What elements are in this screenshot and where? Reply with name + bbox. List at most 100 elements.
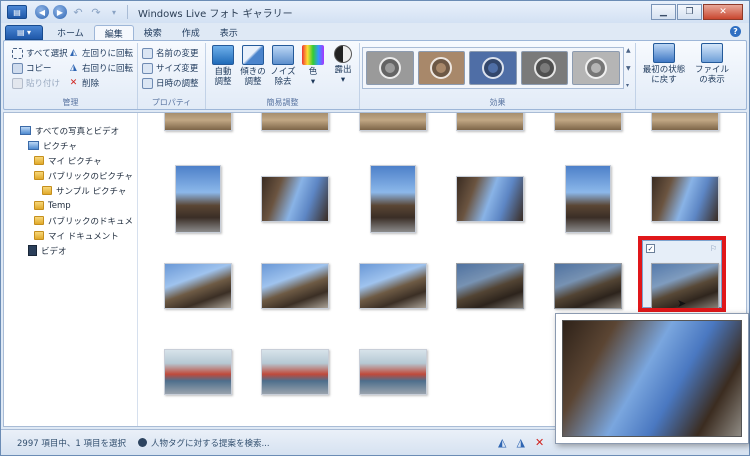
forward-icon[interactable]: ▶ (53, 5, 67, 19)
item-count: 2997 項目中、1 項目を選択 (17, 438, 126, 449)
tab-create[interactable]: 作成 (172, 25, 210, 40)
exposure-button[interactable]: 露出 ▾ (328, 45, 358, 85)
straighten-button[interactable]: 傾きの 調整 (238, 45, 268, 87)
tab-view[interactable]: 表示 (210, 25, 248, 40)
people-tag-suggestion[interactable]: 人物タグに対する提案を検索... (137, 437, 270, 449)
auto-adjust-button[interactable]: 自動 調整 (208, 45, 238, 87)
photo-thumbnail[interactable] (554, 113, 622, 131)
effect-cyan[interactable] (469, 51, 517, 85)
help-icon[interactable]: ? (730, 26, 741, 37)
minimize-button[interactable]: ▁ (651, 4, 676, 20)
photo-thumbnail[interactable] (175, 165, 221, 233)
photo-thumbnail[interactable] (456, 263, 524, 309)
group-effects-label: 効果 (489, 98, 506, 107)
scroll-down-icon[interactable]: ▼ (626, 65, 634, 72)
resize-button[interactable]: サイズ変更 (142, 61, 198, 75)
quick-access-toolbar: ▤ ◀ ▶ ↶ ↷ ▾ (1, 5, 130, 19)
tab-search[interactable]: 検索 (134, 25, 172, 40)
undo-icon[interactable]: ↶ (71, 5, 85, 19)
color-palette-icon (302, 45, 324, 65)
photo-thumbnail[interactable] (370, 165, 416, 233)
rotate-right-icon[interactable]: ◮ (516, 436, 524, 449)
copy-button[interactable]: コピー (12, 61, 52, 75)
scroll-up-icon[interactable]: ▲ (626, 47, 634, 54)
date-adjust-button[interactable]: 日時の調整 (142, 76, 199, 90)
photo-thumbnail[interactable] (359, 113, 427, 131)
rotate-left-button[interactable]: ◭ 左回りに回転 (68, 46, 133, 60)
gallery-expand-icon[interactable]: ▾ (626, 82, 634, 89)
color-button[interactable]: 色 ▾ (298, 45, 328, 87)
photo-thumbnail[interactable] (456, 176, 524, 222)
mouse-cursor-icon: ➤ (677, 297, 687, 310)
file-menu-button[interactable]: ▤ ▾ (5, 25, 43, 40)
delete-icon: ✕ (69, 78, 78, 88)
window-controls: ▁ ❐ ✕ (651, 4, 743, 20)
rename-icon (142, 47, 153, 59)
nav-item-pictures[interactable]: ピクチャ (4, 138, 137, 153)
delete-icon[interactable]: ✕ (535, 436, 544, 449)
paste-icon (12, 77, 23, 89)
dropdown-arrow-icon: ▾ (310, 77, 316, 87)
group-quick-fix-label: 簡易調整 (266, 98, 299, 107)
library-icon (20, 126, 31, 135)
photo-thumbnail[interactable] (261, 263, 329, 309)
nav-item-public-documents[interactable]: パブリックのドキュメ (4, 213, 137, 228)
hover-preview (555, 313, 749, 444)
ribbon: すべて選択 コピー 貼り付け ◭ 左回りに回転 ◮ 右回りに回転 ✕ 削除 管理… (3, 40, 747, 110)
back-icon[interactable]: ◀ (35, 5, 49, 19)
effect-sepia[interactable] (417, 51, 466, 85)
nav-item-my-documents[interactable]: マイ ドキュメント (4, 228, 137, 243)
revert-icon (653, 43, 675, 63)
select-all-button[interactable]: すべて選択 (12, 46, 68, 60)
nav-item-all[interactable]: すべての写真とビデオ (4, 123, 137, 138)
photo-thumbnail[interactable] (359, 349, 427, 395)
photo-thumbnail[interactable] (261, 113, 329, 131)
group-properties: 名前の変更 サイズ変更 日時の調整 プロパティ (138, 43, 206, 109)
photo-thumbnail[interactable] (554, 263, 622, 309)
nav-item-temp[interactable]: Temp (4, 198, 137, 213)
tab-edit[interactable]: 編集 (93, 25, 134, 40)
rotate-right-button[interactable]: ◮ 右回りに回転 (68, 61, 133, 75)
close-button[interactable]: ✕ (703, 4, 743, 20)
redo-icon[interactable]: ↷ (89, 5, 103, 19)
nav-item-videos[interactable]: ビデオ (4, 243, 137, 258)
nav-item-public-pictures[interactable]: パブリックのピクチャ (4, 168, 137, 183)
noise-reduction-button[interactable]: ノイズ 除去 (268, 45, 298, 87)
photo-thumbnail[interactable] (164, 113, 232, 131)
effects-gallery (362, 47, 624, 89)
paste-button[interactable]: 貼り付け (12, 76, 60, 90)
photo-thumbnail[interactable] (164, 263, 232, 309)
folder-icon (34, 231, 44, 240)
photo-thumbnail[interactable] (456, 113, 524, 131)
maximize-button[interactable]: ❐ (677, 4, 702, 20)
group-quick-fix: 自動 調整 傾きの 調整 ノイズ 除去 色 ▾ 露出 ▾ 簡易調整 (206, 43, 360, 109)
group-properties-label: プロパティ (151, 98, 192, 107)
nav-item-my-pictures[interactable]: マイ ピクチャ (4, 153, 137, 168)
qa-customize-icon[interactable]: ▾ (107, 5, 121, 19)
photo-thumbnail[interactable] (651, 113, 719, 131)
straighten-icon (242, 45, 264, 65)
rename-button[interactable]: 名前の変更 (142, 46, 199, 60)
delete-button[interactable]: ✕ 削除 (68, 76, 99, 90)
photo-thumbnail[interactable] (164, 349, 232, 395)
tab-home[interactable]: ホーム (47, 25, 94, 40)
rotate-left-icon[interactable]: ◭ (498, 436, 506, 449)
show-file-button[interactable]: ファイル の表示 (692, 43, 732, 85)
photo-thumbnail[interactable] (359, 263, 427, 309)
app-menu-icon[interactable]: ▤ (7, 5, 27, 19)
gallery-scroll[interactable]: ▲ ▼ ▾ (626, 47, 634, 89)
window-title: Windows Live フォト ギャラリー (138, 8, 293, 20)
effect-gray[interactable] (520, 51, 569, 85)
photo-thumbnail[interactable] (261, 349, 329, 395)
revert-button[interactable]: 最初の状態 に戻す (640, 43, 688, 85)
effect-bw[interactable] (366, 51, 414, 85)
photo-thumbnail[interactable] (261, 176, 329, 222)
photo-thumbnail[interactable] (651, 176, 719, 222)
photo-thumbnail[interactable] (565, 165, 611, 233)
effect-light[interactable] (572, 51, 620, 85)
nav-item-sample-pictures[interactable]: サンプル ピクチャ (4, 183, 137, 198)
folder-icon (34, 201, 44, 210)
flower-icon (430, 57, 453, 79)
preview-image (562, 320, 742, 437)
resize-icon (142, 62, 153, 74)
